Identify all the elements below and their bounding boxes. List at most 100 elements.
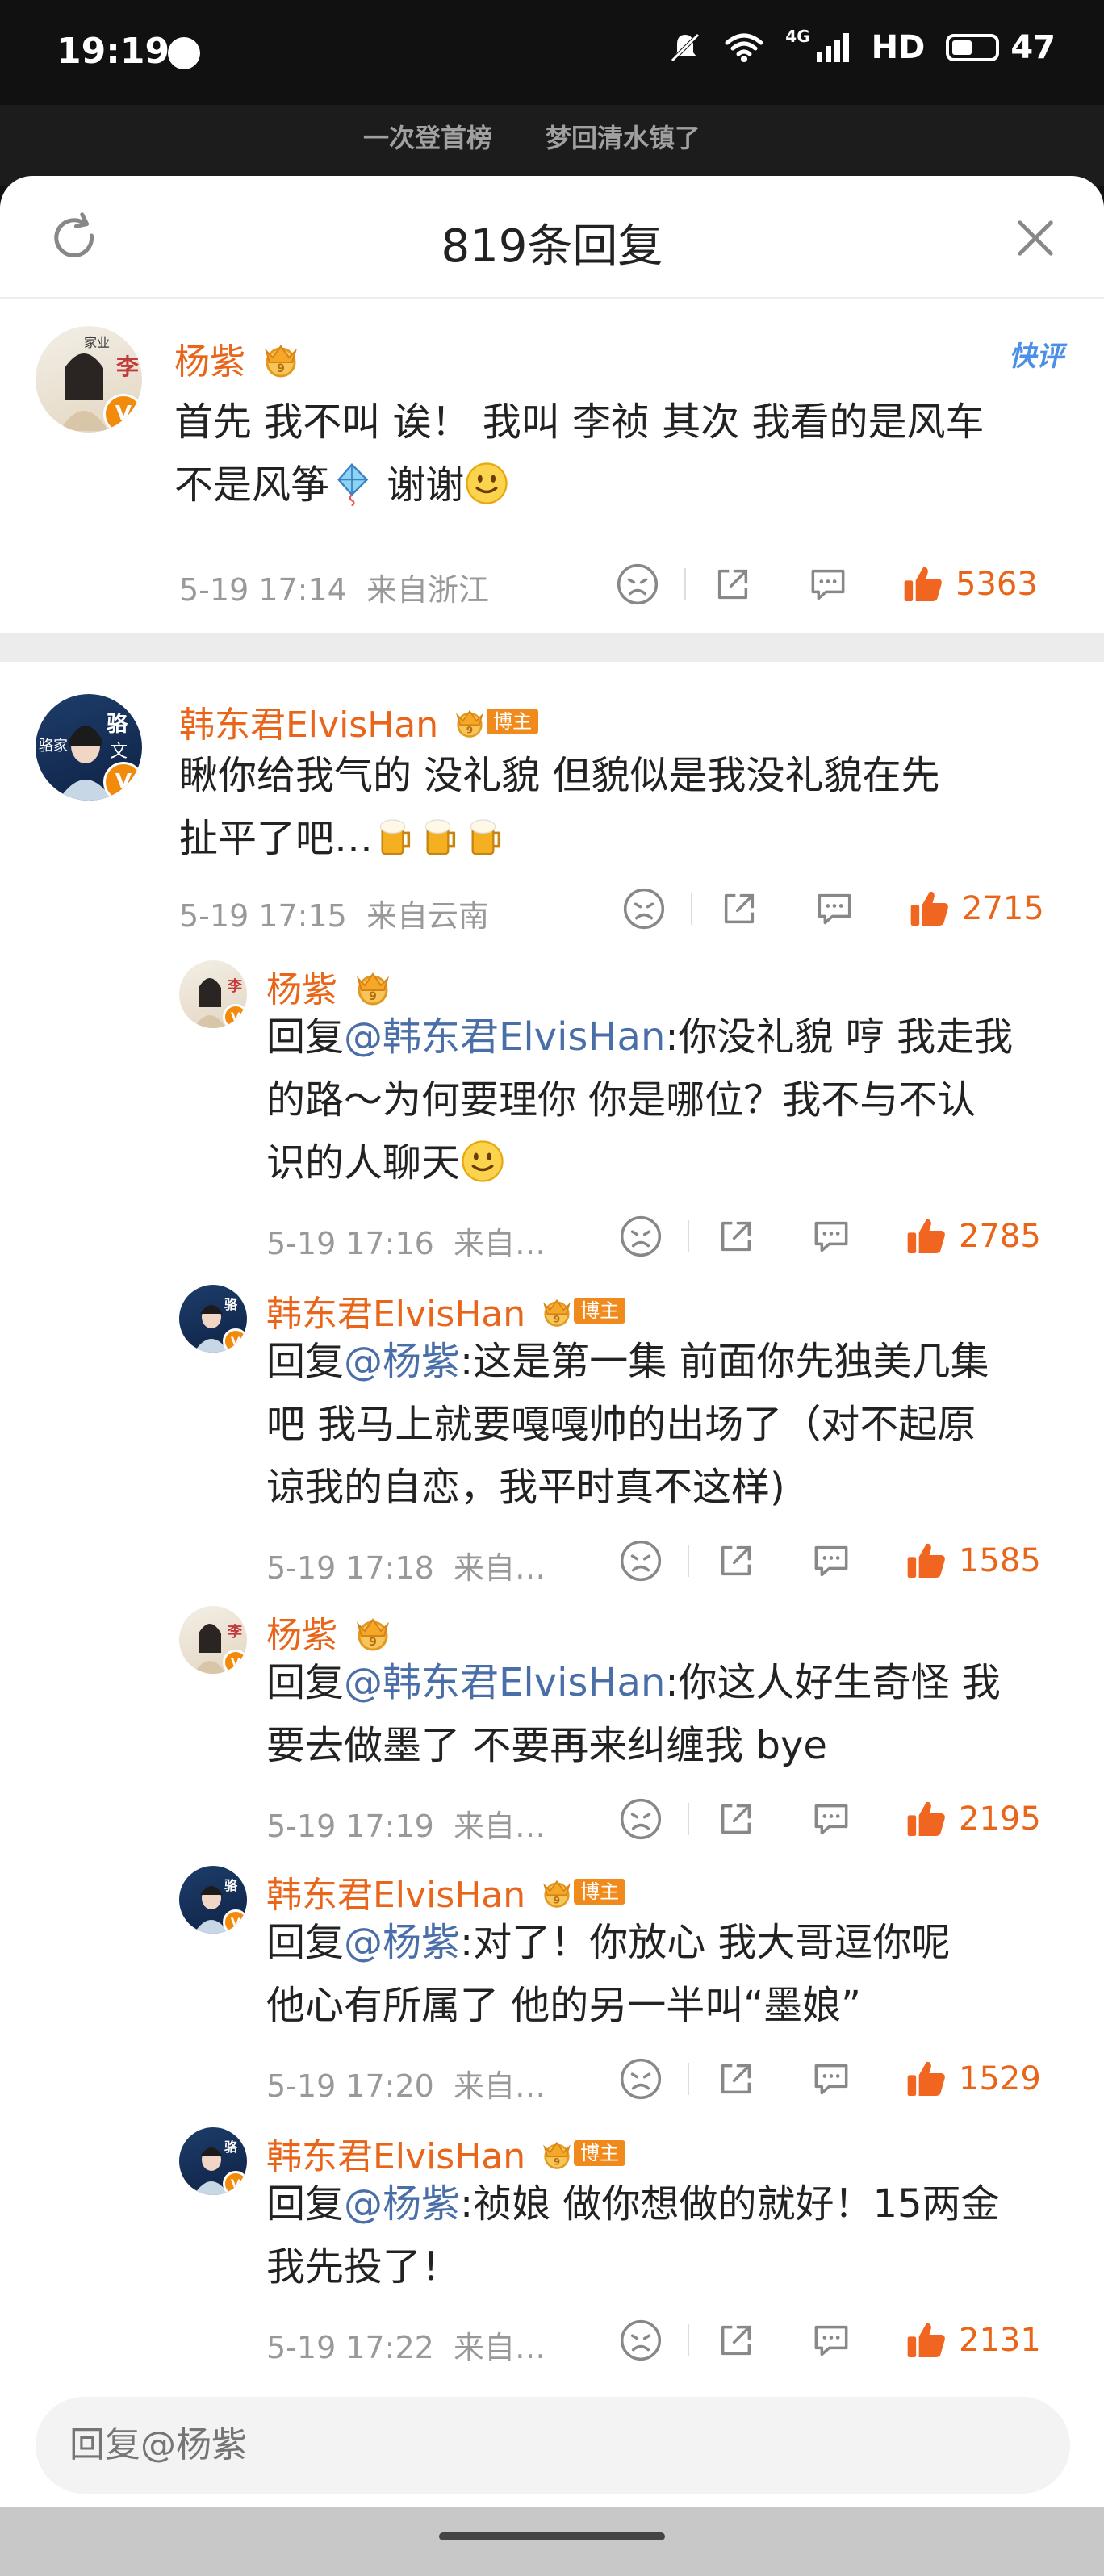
thumbs-up-icon[interactable]: [904, 1538, 949, 1583]
blogger-badge-label: 博主: [574, 1879, 626, 1905]
blogger-badge: 博主: [535, 1876, 626, 1907]
dislike-face-icon[interactable]: [618, 1214, 663, 1259]
background-text: 一次登首榜: [363, 123, 493, 153]
author-name[interactable]: 杨紫: [266, 960, 337, 1012]
reply-line: 回复@韩东君ElvisHan:你没礼貌 哼 我走我: [266, 1014, 1014, 1060]
reply-actions: 2131: [618, 2318, 1041, 2363]
kuaiping-button[interactable]: 快评: [1009, 334, 1064, 374]
thumbs-up-icon[interactable]: [901, 562, 946, 607]
comment-icon[interactable]: [809, 2318, 854, 2363]
comment-actions: 5363: [615, 562, 1038, 607]
wifi-icon: [725, 33, 763, 62]
share-icon[interactable]: [710, 562, 755, 607]
close-icon[interactable]: [1009, 211, 1062, 265]
comment-icon[interactable]: [812, 886, 857, 931]
reply-text: 回复@杨紫:这是第一集 前面你先独美几集吧 我马上就要嘎嘎帅的出场了（对不起原谅…: [266, 1330, 1081, 1519]
dislike-face-icon[interactable]: [618, 2318, 663, 2363]
author-name[interactable]: 韩东君ElvisHan: [266, 1285, 525, 1336]
reply-text: 回复@杨紫:对了！你放心 我大哥逗你呢 他心有所属了 他的另一半叫“墨娘”: [266, 1911, 1081, 2037]
mention-link[interactable]: @韩东君ElvisHan: [344, 1014, 665, 1060]
reply-line: 回复@杨紫:祯娘 做你想做的就好！15两金: [266, 2181, 1000, 2227]
reply-location: 来自…: [454, 2068, 546, 2104]
avatar[interactable]: 骆V: [179, 1285, 247, 1353]
reply-text: 回复@韩东君ElvisHan:你没礼貌 哼 我走我 的路～为何要理你 你是哪位？我…: [266, 1006, 1081, 1194]
reply-location: 来自…: [454, 1550, 546, 1586]
home-indicator[interactable]: [439, 2532, 665, 2540]
status-time: 19:19: [56, 31, 170, 72]
author-row: 韩东君ElvisHan 博主: [266, 1285, 626, 1336]
reply-input[interactable]: [36, 2397, 1070, 2494]
comment-icon[interactable]: [809, 1214, 854, 1259]
thumbs-up-icon[interactable]: [904, 1214, 949, 1259]
mention-link[interactable]: @韩东君ElvisHan: [344, 1660, 665, 1705]
reply-line: 识的人聊天: [266, 1131, 1081, 1194]
share-icon[interactable]: [713, 1538, 759, 1583]
battery-icon: [946, 34, 1000, 61]
svg-text:骆: 骆: [224, 1297, 238, 1312]
comment-text: 瞅你给我气的 没礼貌 但貌似是我没礼貌在先 扯平了吧…: [179, 744, 1075, 870]
avatar[interactable]: 骆V: [179, 1866, 247, 1934]
avatar[interactable]: 骆 文 骆家 V: [36, 694, 142, 801]
reply-time: 5-19 17:18: [266, 1550, 434, 1586]
author-name[interactable]: 杨紫: [266, 1606, 337, 1658]
verified-v-icon: V: [223, 1909, 247, 1934]
share-icon[interactable]: [717, 886, 762, 931]
comment-time: 5-19 17:14: [179, 572, 347, 608]
share-icon[interactable]: [713, 2056, 759, 2101]
avatar[interactable]: 李 家业 V: [36, 326, 142, 433]
avatar[interactable]: 李V: [179, 1606, 247, 1674]
reply-meta: 5-19 17:18 来自…: [266, 1543, 546, 1587]
author-name[interactable]: 韩东君ElvisHan: [266, 1866, 525, 1917]
dislike-face-icon[interactable]: [621, 886, 667, 931]
mention-link[interactable]: @杨紫: [344, 2181, 460, 2227]
reply-line: 吧 我马上就要嘎嘎帅的出场了（对不起原: [266, 1402, 976, 1447]
author-name[interactable]: 杨紫: [174, 332, 245, 384]
share-icon[interactable]: [713, 1796, 759, 1842]
blogger-badge: 博主: [535, 2138, 626, 2168]
avatar[interactable]: 李V: [179, 960, 247, 1028]
smile-emoji: [464, 461, 509, 506]
comment-actions: 2715: [621, 886, 1044, 931]
like-count: 2131: [959, 2322, 1041, 2359]
blogger-badge: 博主: [448, 706, 539, 737]
crown-icon: [347, 1612, 399, 1652]
thumbs-up-icon[interactable]: [907, 886, 952, 931]
comment-icon[interactable]: [805, 562, 851, 607]
comment-line: 首先 我不叫 诶！ 我叫 李祯 其次 我看的是风车: [174, 399, 985, 445]
verified-v-icon: V: [223, 1650, 247, 1674]
reply-prefix: 回复: [266, 1660, 345, 1705]
comment-icon[interactable]: [809, 2056, 854, 2101]
avatar[interactable]: 骆V: [179, 2127, 247, 2195]
reply-line: 回复@韩东君ElvisHan:你这人好生奇怪 我: [266, 1660, 1001, 1705]
reply-time: 5-19 17:19: [266, 1809, 434, 1844]
reply-line: 回复@杨紫:对了！你放心 我大哥逗你呢: [266, 1920, 951, 1965]
blogger-badge-label: 博主: [574, 2140, 626, 2166]
dislike-face-icon[interactable]: [615, 562, 660, 607]
comment-icon[interactable]: [809, 1796, 854, 1842]
dislike-face-icon[interactable]: [618, 1796, 663, 1842]
mention-link[interactable]: @杨紫: [344, 1339, 460, 1384]
thumbs-up-icon[interactable]: [904, 1796, 949, 1842]
thumbs-up-icon[interactable]: [904, 2056, 949, 2101]
reply-actions: 2785: [618, 1214, 1041, 1259]
svg-text:文: 文: [110, 742, 128, 762]
dislike-face-icon[interactable]: [618, 1538, 663, 1583]
author-name[interactable]: 韩东君ElvisHan: [179, 696, 438, 747]
thumbs-up-icon[interactable]: [904, 2318, 949, 2363]
like-count: 2195: [959, 1800, 1041, 1838]
battery: 47: [946, 29, 1056, 66]
share-icon[interactable]: [713, 1214, 759, 1259]
reply-line: 他心有所属了 他的另一半叫“墨娘”: [266, 1983, 861, 2028]
like-count: 2715: [962, 890, 1044, 927]
comment-location: 来自云南: [366, 898, 490, 934]
mention-link[interactable]: @杨紫: [344, 1920, 460, 1965]
comment-icon[interactable]: [809, 1538, 854, 1583]
verified-v-icon: V: [102, 393, 142, 433]
dislike-face-icon[interactable]: [618, 2056, 663, 2101]
share-icon[interactable]: [713, 2318, 759, 2363]
crown-icon: [535, 1293, 579, 1328]
reply-location: 来自…: [454, 2330, 546, 2365]
author-name[interactable]: 韩东君ElvisHan: [266, 2127, 525, 2179]
crown-icon: [347, 966, 399, 1006]
reply-meta: 5-19 17:19 来自…: [266, 1801, 546, 1846]
